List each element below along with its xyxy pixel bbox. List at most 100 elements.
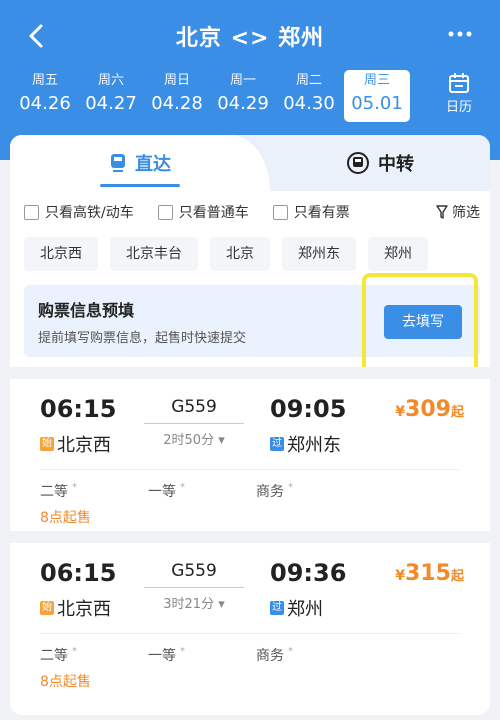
date-item-0426[interactable]: 周五 04.26	[12, 70, 78, 122]
date-item-0428[interactable]: 周日 04.28	[144, 70, 210, 122]
price-suffix: 起	[450, 405, 464, 420]
tab-transfer[interactable]: 中转	[270, 135, 490, 191]
filter-high-speed[interactable]: 只看高铁/动车	[24, 202, 134, 222]
divider	[40, 469, 460, 470]
price-value: 315	[405, 561, 451, 586]
filter-label: 只看高铁/动车	[45, 205, 134, 221]
seat-label: 商务	[256, 484, 284, 500]
tab-direct-label: 直达	[135, 154, 171, 175]
tab-direct[interactable]: 直达	[10, 135, 270, 191]
train-icon	[111, 154, 125, 172]
arrival-station: 过 郑州东	[270, 431, 341, 457]
departure-station: 始 北京西	[40, 431, 111, 457]
tab-transfer-label: 中转	[378, 154, 414, 175]
checkbox-high-speed[interactable]	[24, 204, 39, 220]
station-chip[interactable]: 北京西	[24, 237, 98, 271]
funnel-icon	[436, 205, 448, 219]
checkbox-available[interactable]	[272, 204, 288, 220]
station-chip[interactable]: 北京丰台	[110, 237, 198, 271]
filter-available[interactable]: 只看有票	[272, 202, 350, 222]
filter-label: 只看有票	[293, 205, 350, 221]
date-item-0430[interactable]: 周二 04.30	[276, 70, 342, 122]
station-chips: 北京西 北京丰台 北京 郑州东 郑州	[24, 237, 490, 271]
calendar-label: 日历	[445, 100, 472, 115]
arrival-station-name: 郑州	[287, 599, 323, 620]
date-item-0427[interactable]: 周六 04.27	[78, 70, 144, 122]
date-weekday: 周五	[31, 73, 58, 88]
price-value: 309	[405, 397, 451, 422]
arrival-time: 09:05	[270, 395, 347, 423]
train-number: G559	[171, 397, 217, 417]
filter-label: 只看普通车	[178, 205, 249, 221]
prefill-title: 购票信息预填	[38, 301, 135, 320]
highlight-box	[362, 273, 478, 379]
date-item-0501-selected[interactable]: 周三 05.01	[344, 70, 410, 122]
station-chip[interactable]: 北京	[210, 237, 270, 271]
departure-time: 06:15	[40, 559, 117, 587]
date-weekday: 周日	[163, 73, 190, 88]
price-currency: ¥	[395, 404, 406, 420]
seat-business-class: 商务 *	[256, 482, 293, 500]
date-value: 04.30	[283, 93, 335, 114]
date-value: 04.29	[217, 93, 269, 114]
seat-classes: 二等 * 一等 * 商务 *	[40, 645, 460, 665]
route-line	[144, 423, 244, 424]
start-badge-icon: 始	[40, 437, 54, 451]
results-card: 直达 中转 只看高铁/动车 只看普通车 只看有票 筛选 北京西 北京丰台 北京 …	[10, 135, 490, 715]
start-badge-icon: 始	[40, 601, 54, 615]
date-value: 04.28	[151, 93, 203, 114]
section-gap	[10, 367, 490, 379]
departure-time: 06:15	[40, 395, 117, 423]
calendar-button[interactable]: 日历	[436, 72, 482, 115]
price-currency: ¥	[395, 568, 406, 584]
seat-second-class: 二等 *	[40, 646, 77, 664]
tab-bar: 直达 中转	[10, 135, 490, 191]
seat-label: 二等	[40, 648, 68, 664]
arrival-station: 过 郑州	[270, 595, 323, 621]
calendar-icon	[449, 73, 469, 93]
date-weekday: 周一	[229, 73, 256, 88]
screen-button[interactable]: 筛选	[436, 202, 480, 222]
seat-classes: 二等 * 一等 * 商务 *	[40, 481, 460, 501]
checkbox-normal[interactable]	[157, 204, 173, 220]
section-gap	[10, 531, 490, 543]
filter-bar: 只看高铁/动车 只看普通车 只看有票 筛选	[24, 201, 484, 223]
station-chip[interactable]: 郑州东	[282, 237, 356, 271]
route-line	[144, 587, 244, 588]
screen-label: 筛选	[452, 205, 480, 221]
sale-time: 8点起售	[40, 674, 91, 690]
date-weekday: 周三	[363, 73, 390, 88]
prefill-subtitle: 提前填写购票信息，起售时快速提交	[38, 331, 247, 346]
arrival-station-name: 郑州东	[287, 435, 341, 456]
more-icon[interactable]	[448, 30, 472, 38]
tab-active-indicator	[100, 184, 180, 187]
route-title: 北京 <> 郑州	[175, 26, 325, 51]
sale-time: 8点起售	[40, 510, 91, 526]
date-weekday: 周六	[97, 73, 124, 88]
filter-normal[interactable]: 只看普通车	[157, 202, 249, 222]
train-row[interactable]: 06:15 G559 2时50分 ▾ 09:05 始 北京西 过 郑州东 ¥30…	[24, 379, 476, 529]
price: ¥315起	[395, 561, 464, 586]
date-value: 05.01	[351, 93, 403, 114]
divider	[40, 633, 460, 634]
pass-badge-icon: 过	[270, 437, 284, 451]
pass-badge-icon: 过	[270, 601, 284, 615]
seat-first-class: 一等 *	[148, 482, 185, 500]
departure-station: 始 北京西	[40, 595, 111, 621]
seat-second-class: 二等 *	[40, 482, 77, 500]
duration[interactable]: 2时50分 ▾	[144, 429, 244, 448]
departure-station-name: 北京西	[57, 599, 111, 620]
date-value: 04.27	[85, 93, 137, 114]
price: ¥309起	[395, 397, 464, 422]
train-number: G559	[171, 561, 217, 581]
date-item-0429[interactable]: 周一 04.29	[210, 70, 276, 122]
price-suffix: 起	[450, 569, 464, 584]
arrival-time: 09:36	[270, 559, 347, 587]
train-row[interactable]: 06:15 G559 3时21分 ▾ 09:36 始 北京西 过 郑州 ¥315…	[24, 543, 476, 693]
duration[interactable]: 3时21分 ▾	[144, 593, 244, 612]
station-chip[interactable]: 郑州	[368, 237, 428, 271]
date-value: 04.26	[19, 93, 71, 114]
transfer-train-icon	[347, 152, 369, 174]
seat-label: 二等	[40, 484, 68, 500]
date-selector: 周五 04.26 周六 04.27 周日 04.28 周一 04.29 周二 0…	[12, 70, 412, 122]
